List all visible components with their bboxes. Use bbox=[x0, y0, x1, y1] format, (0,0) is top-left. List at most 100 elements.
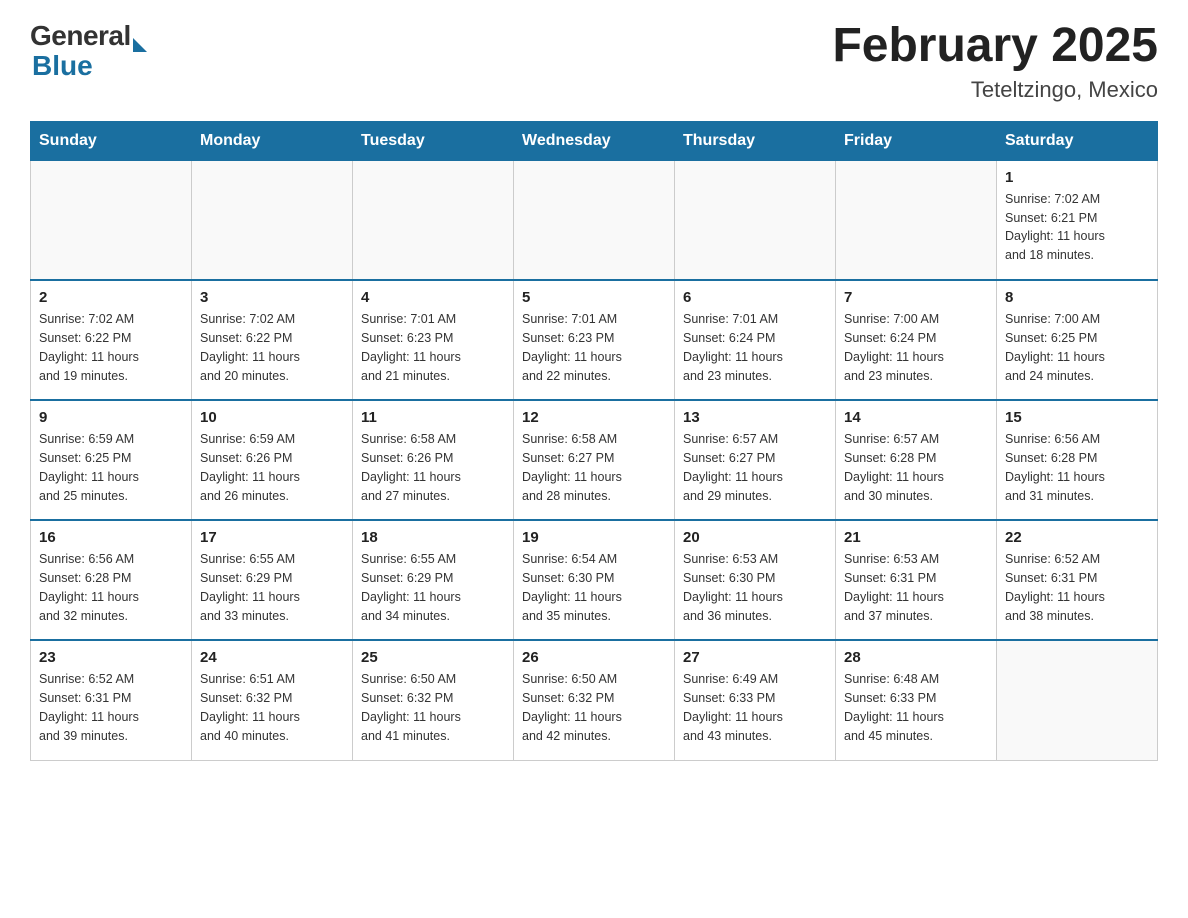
page-header: General Blue February 2025 Teteltzingo, … bbox=[30, 20, 1158, 103]
calendar-day-cell: 11 Sunrise: 6:58 AMSunset: 6:26 PMDayligh… bbox=[353, 400, 514, 520]
calendar-day-cell: 7 Sunrise: 7:00 AMSunset: 6:24 PMDaylight… bbox=[836, 280, 997, 400]
calendar-day-cell: 26 Sunrise: 6:50 AMSunset: 6:32 PMDayligh… bbox=[514, 640, 675, 760]
day-info: Sunrise: 7:02 AMSunset: 6:22 PMDaylight:… bbox=[200, 310, 344, 385]
day-number: 22 bbox=[1005, 529, 1149, 546]
day-info: Sunrise: 6:57 AMSunset: 6:27 PMDaylight:… bbox=[683, 430, 827, 505]
day-number: 26 bbox=[522, 649, 666, 666]
day-number: 7 bbox=[844, 289, 988, 306]
day-number: 17 bbox=[200, 529, 344, 546]
day-of-week-header: Monday bbox=[192, 121, 353, 160]
day-number: 28 bbox=[844, 649, 988, 666]
day-info: Sunrise: 7:01 AMSunset: 6:23 PMDaylight:… bbox=[522, 310, 666, 385]
calendar-week-row: 23 Sunrise: 6:52 AMSunset: 6:31 PMDayligh… bbox=[31, 640, 1158, 760]
day-number: 1 bbox=[1005, 169, 1149, 186]
day-number: 27 bbox=[683, 649, 827, 666]
location-subtitle: Teteltzingo, Mexico bbox=[832, 77, 1158, 103]
day-info: Sunrise: 6:53 AMSunset: 6:30 PMDaylight:… bbox=[683, 550, 827, 625]
calendar-day-cell: 15Sunrise: 6:56 AMSunset: 6:28 PMDayligh… bbox=[997, 400, 1158, 520]
calendar-day-cell: 16Sunrise: 6:56 AMSunset: 6:28 PMDayligh… bbox=[31, 520, 192, 640]
day-number: 5 bbox=[522, 289, 666, 306]
day-number: 23 bbox=[39, 649, 183, 666]
day-number: 25 bbox=[361, 649, 505, 666]
day-number: 10 bbox=[200, 409, 344, 426]
calendar-day-cell: 19 Sunrise: 6:54 AMSunset: 6:30 PMDayligh… bbox=[514, 520, 675, 640]
day-of-week-header: Wednesday bbox=[514, 121, 675, 160]
logo-text-blue: Blue bbox=[32, 50, 147, 82]
logo-text-general: General bbox=[30, 20, 131, 52]
day-number: 21 bbox=[844, 529, 988, 546]
day-number: 19 bbox=[522, 529, 666, 546]
day-number: 4 bbox=[361, 289, 505, 306]
day-info: Sunrise: 6:50 AMSunset: 6:32 PMDaylight:… bbox=[522, 670, 666, 745]
calendar-week-row: 16Sunrise: 6:56 AMSunset: 6:28 PMDayligh… bbox=[31, 520, 1158, 640]
day-info: Sunrise: 6:53 AMSunset: 6:31 PMDaylight:… bbox=[844, 550, 988, 625]
calendar-header-row: SundayMondayTuesdayWednesdayThursdayFrid… bbox=[31, 121, 1158, 160]
day-of-week-header: Friday bbox=[836, 121, 997, 160]
day-of-week-header: Saturday bbox=[997, 121, 1158, 160]
day-of-week-header: Sunday bbox=[31, 121, 192, 160]
calendar-week-row: 1Sunrise: 7:02 AMSunset: 6:21 PMDaylight… bbox=[31, 160, 1158, 280]
calendar-day-cell bbox=[514, 160, 675, 280]
calendar-day-cell: 6 Sunrise: 7:01 AMSunset: 6:24 PMDaylight… bbox=[675, 280, 836, 400]
day-number: 20 bbox=[683, 529, 827, 546]
calendar-day-cell: 1Sunrise: 7:02 AMSunset: 6:21 PMDaylight… bbox=[997, 160, 1158, 280]
calendar-day-cell bbox=[675, 160, 836, 280]
day-number: 2 bbox=[39, 289, 183, 306]
day-info: Sunrise: 7:00 AMSunset: 6:24 PMDaylight:… bbox=[844, 310, 988, 385]
calendar-day-cell: 21 Sunrise: 6:53 AMSunset: 6:31 PMDayligh… bbox=[836, 520, 997, 640]
month-year-title: February 2025 bbox=[832, 20, 1158, 73]
calendar-day-cell bbox=[353, 160, 514, 280]
day-info: Sunrise: 6:58 AMSunset: 6:27 PMDaylight:… bbox=[522, 430, 666, 505]
calendar-day-cell: 25 Sunrise: 6:50 AMSunset: 6:32 PMDayligh… bbox=[353, 640, 514, 760]
day-number: 11 bbox=[361, 409, 505, 426]
title-block: February 2025 Teteltzingo, Mexico bbox=[832, 20, 1158, 103]
calendar-day-cell: 4 Sunrise: 7:01 AMSunset: 6:23 PMDaylight… bbox=[353, 280, 514, 400]
day-number: 6 bbox=[683, 289, 827, 306]
logo: General Blue bbox=[30, 20, 147, 82]
day-info: Sunrise: 7:00 AMSunset: 6:25 PMDaylight:… bbox=[1005, 310, 1149, 385]
calendar-day-cell: 3Sunrise: 7:02 AMSunset: 6:22 PMDaylight… bbox=[192, 280, 353, 400]
day-info: Sunrise: 6:52 AMSunset: 6:31 PMDaylight:… bbox=[39, 670, 183, 745]
day-number: 12 bbox=[522, 409, 666, 426]
day-info: Sunrise: 6:49 AMSunset: 6:33 PMDaylight:… bbox=[683, 670, 827, 745]
day-info: Sunrise: 6:52 AMSunset: 6:31 PMDaylight:… bbox=[1005, 550, 1149, 625]
day-info: Sunrise: 7:02 AMSunset: 6:22 PMDaylight:… bbox=[39, 310, 183, 385]
day-info: Sunrise: 6:58 AMSunset: 6:26 PMDaylight:… bbox=[361, 430, 505, 505]
calendar-day-cell bbox=[192, 160, 353, 280]
calendar-day-cell bbox=[997, 640, 1158, 760]
calendar-day-cell bbox=[31, 160, 192, 280]
calendar-day-cell: 17Sunrise: 6:55 AMSunset: 6:29 PMDayligh… bbox=[192, 520, 353, 640]
day-info: Sunrise: 6:56 AMSunset: 6:28 PMDaylight:… bbox=[39, 550, 183, 625]
calendar-day-cell bbox=[836, 160, 997, 280]
calendar-day-cell: 8 Sunrise: 7:00 AMSunset: 6:25 PMDaylight… bbox=[997, 280, 1158, 400]
day-number: 13 bbox=[683, 409, 827, 426]
day-number: 9 bbox=[39, 409, 183, 426]
calendar-day-cell: 27 Sunrise: 6:49 AMSunset: 6:33 PMDayligh… bbox=[675, 640, 836, 760]
day-number: 8 bbox=[1005, 289, 1149, 306]
calendar-day-cell: 5 Sunrise: 7:01 AMSunset: 6:23 PMDaylight… bbox=[514, 280, 675, 400]
day-info: Sunrise: 6:48 AMSunset: 6:33 PMDaylight:… bbox=[844, 670, 988, 745]
day-info: Sunrise: 6:54 AMSunset: 6:30 PMDaylight:… bbox=[522, 550, 666, 625]
calendar-day-cell: 20 Sunrise: 6:53 AMSunset: 6:30 PMDayligh… bbox=[675, 520, 836, 640]
day-info: Sunrise: 6:50 AMSunset: 6:32 PMDaylight:… bbox=[361, 670, 505, 745]
day-info: Sunrise: 6:57 AMSunset: 6:28 PMDaylight:… bbox=[844, 430, 988, 505]
day-number: 15 bbox=[1005, 409, 1149, 426]
day-info: Sunrise: 7:01 AMSunset: 6:23 PMDaylight:… bbox=[361, 310, 505, 385]
calendar-day-cell: 12 Sunrise: 6:58 AMSunset: 6:27 PMDayligh… bbox=[514, 400, 675, 520]
day-info: Sunrise: 6:59 AMSunset: 6:25 PMDaylight:… bbox=[39, 430, 183, 505]
calendar-day-cell: 28 Sunrise: 6:48 AMSunset: 6:33 PMDayligh… bbox=[836, 640, 997, 760]
calendar-day-cell: 24 Sunrise: 6:51 AMSunset: 6:32 PMDayligh… bbox=[192, 640, 353, 760]
calendar-day-cell: 18 Sunrise: 6:55 AMSunset: 6:29 PMDayligh… bbox=[353, 520, 514, 640]
day-info: Sunrise: 7:01 AMSunset: 6:24 PMDaylight:… bbox=[683, 310, 827, 385]
day-info: Sunrise: 6:51 AMSunset: 6:32 PMDaylight:… bbox=[200, 670, 344, 745]
calendar-week-row: 9 Sunrise: 6:59 AMSunset: 6:25 PMDaylight… bbox=[31, 400, 1158, 520]
calendar-day-cell: 13 Sunrise: 6:57 AMSunset: 6:27 PMDayligh… bbox=[675, 400, 836, 520]
day-number: 14 bbox=[844, 409, 988, 426]
calendar-day-cell: 10 Sunrise: 6:59 AMSunset: 6:26 PMDayligh… bbox=[192, 400, 353, 520]
day-info: Sunrise: 6:55 AMSunset: 6:29 PMDaylight:… bbox=[361, 550, 505, 625]
day-info: Sunrise: 6:59 AMSunset: 6:26 PMDaylight:… bbox=[200, 430, 344, 505]
calendar-day-cell: 9 Sunrise: 6:59 AMSunset: 6:25 PMDaylight… bbox=[31, 400, 192, 520]
day-number: 24 bbox=[200, 649, 344, 666]
day-number: 18 bbox=[361, 529, 505, 546]
calendar-day-cell: 22 Sunrise: 6:52 AMSunset: 6:31 PMDayligh… bbox=[997, 520, 1158, 640]
